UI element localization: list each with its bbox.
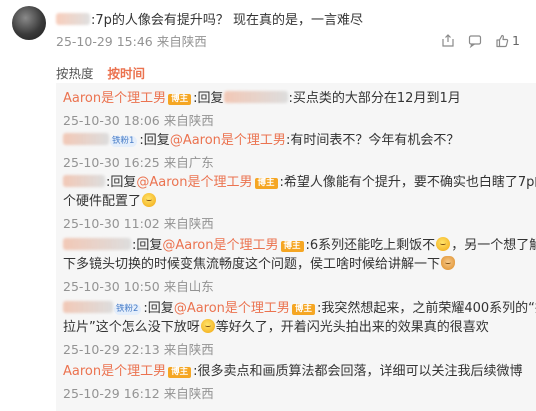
reply-item: :回复@Aaron是个理工男 博主:希望人像能有个提升，要不确实也白瞎了7p的这 … [63, 173, 536, 233]
reply-text: ，另一个想了解一 [451, 238, 536, 253]
reply-text-continued: 等好久了，开着闪光头拍出来的效果真的很喜欢 [215, 320, 489, 335]
reply-item: 铁粉2:回复@Aaron是个理工男 博主:我突然想起来，之前荣耀400系列的“撕 … [63, 299, 536, 359]
redacted-username[interactable] [63, 301, 113, 313]
reply-prefix: :回复 [193, 91, 224, 106]
cry-emoji [200, 319, 215, 333]
reply-prefix: :回复 [143, 301, 174, 316]
author-badge: 博主 [168, 367, 192, 378]
author-badge: 博主 [168, 94, 192, 105]
mention-link[interactable]: @Aaron是个理工男 [170, 133, 286, 148]
replies-panel: Aaron是个理工男 博主:回复:买点类的大部分在12月到1月 25-10-30 … [56, 83, 536, 411]
tab-sort-by-heat[interactable]: 按热度 [56, 63, 94, 82]
comment-actions: 1 [441, 33, 520, 48]
share-icon[interactable] [441, 33, 455, 48]
reply-source: 来自陕西 [163, 342, 214, 357]
redacted-username[interactable] [63, 133, 109, 145]
reply-username[interactable]: Aaron是个理工男 [63, 91, 166, 106]
reply-text-continued: 拉片”这个怎么没下放呀 [63, 320, 200, 335]
reply-text: :很多卖点和画质算法都会回落，详细可以关注我后续微博 [193, 364, 523, 379]
reply-text-continued: 个硬件配置了 [63, 194, 142, 209]
reply-source: 来自陕西 [163, 216, 214, 231]
mention-link[interactable]: @Aaron是个理工男 [174, 301, 290, 316]
shy-emoji [142, 193, 157, 207]
sort-tabs: 按热度 按时间 [56, 63, 145, 82]
author-badge: 博主 [291, 304, 315, 315]
reply-item: Aaron是个理工男 博主:很多卖点和画质算法都会回落，详细可以关注我后续微博 2… [63, 362, 528, 403]
fan-badge: 铁粉1 [110, 136, 138, 147]
comment-time: 25-10-29 15:46 [56, 34, 153, 49]
reply-time: 25-10-30 18:06 [63, 113, 160, 128]
redacted-username[interactable] [56, 13, 90, 25]
like-icon [495, 34, 509, 48]
redacted-username[interactable] [63, 238, 131, 250]
reply-source: 来自陕西 [163, 113, 214, 128]
reply-text: :希望人像能有个提升，要不确实也白瞎了7p的这 [279, 175, 536, 190]
mention-link[interactable]: @Aaron是个理工男 [162, 238, 278, 253]
reply-source: 来自广东 [163, 155, 214, 170]
reply-time: 25-10-30 10:50 [63, 279, 160, 294]
reply-text-continued: 下多镜头切换的时候变焦流畅度这个问题，侯工啥时候给讲解一下 [63, 257, 441, 272]
reply-source: 来自山东 [163, 279, 214, 294]
weibo-comment-thread: :7p的人像会有提升吗？ 现在真的是，一言难尽 25-10-29 15:46 来… [0, 0, 536, 411]
comment-source: 来自陕西 [156, 34, 207, 49]
comment-text: :7p的人像会有提升吗？ 现在真的是，一言难尽 [91, 13, 364, 28]
comment-icon[interactable] [468, 34, 482, 48]
reply-prefix: :回复 [132, 238, 163, 253]
like-button[interactable]: 1 [495, 33, 520, 48]
mention-link[interactable]: @Aaron是个理工男 [136, 175, 252, 190]
reply-item: 铁粉1:回复@Aaron是个理工男:有时间表不？今年有机会不？ 25-10-30… [63, 131, 528, 172]
reply-text: :买点类的大部分在12月到1月 [288, 91, 461, 106]
like-count: 1 [512, 33, 520, 48]
dog-emoji [441, 256, 456, 270]
reply-time: 25-10-29 22:13 [63, 342, 160, 357]
reply-item: :回复@Aaron是个理工男博主:6系列还能吃上剩饭不 ，另一个想了解一 下多镜头… [63, 236, 536, 296]
tab-sort-by-time[interactable]: 按时间 [108, 63, 146, 82]
reply-time: 25-10-29 16:12 [63, 386, 160, 401]
laugh-emoji [436, 237, 451, 251]
fan-badge: 铁粉2 [114, 304, 142, 315]
top-comment: :7p的人像会有提升吗？ 现在真的是，一言难尽 25-10-29 15:46 来… [0, 0, 536, 56]
reply-source: 来自陕西 [163, 386, 214, 401]
reply-username[interactable]: Aaron是个理工男 [63, 364, 166, 379]
redacted-username[interactable] [63, 175, 105, 187]
comment-meta: 25-10-29 15:46 来自陕西 [56, 31, 207, 50]
reply-text: :我突然想起来，之前荣耀400系列的“撕 [316, 301, 536, 316]
comment-line: :7p的人像会有提升吗？ 现在真的是，一言难尽 [56, 9, 363, 28]
reply-prefix: :回复 [106, 175, 137, 190]
reply-time: 25-10-30 16:25 [63, 155, 160, 170]
reply-item: Aaron是个理工男 博主:回复 :买点类的大部分在12月到1月 25-10-30 … [63, 89, 528, 130]
redacted-username[interactable] [223, 91, 288, 103]
avatar[interactable] [12, 6, 46, 40]
author-badge: 博主 [280, 241, 304, 252]
reply-prefix: :回复 [139, 133, 170, 148]
reply-time: 25-10-30 11:02 [63, 216, 160, 231]
author-badge: 博主 [254, 178, 278, 189]
reply-text: :有时间表不？今年有机会不？ [285, 133, 460, 148]
reply-text: :6系列还能吃上剩饭不 [305, 238, 436, 253]
